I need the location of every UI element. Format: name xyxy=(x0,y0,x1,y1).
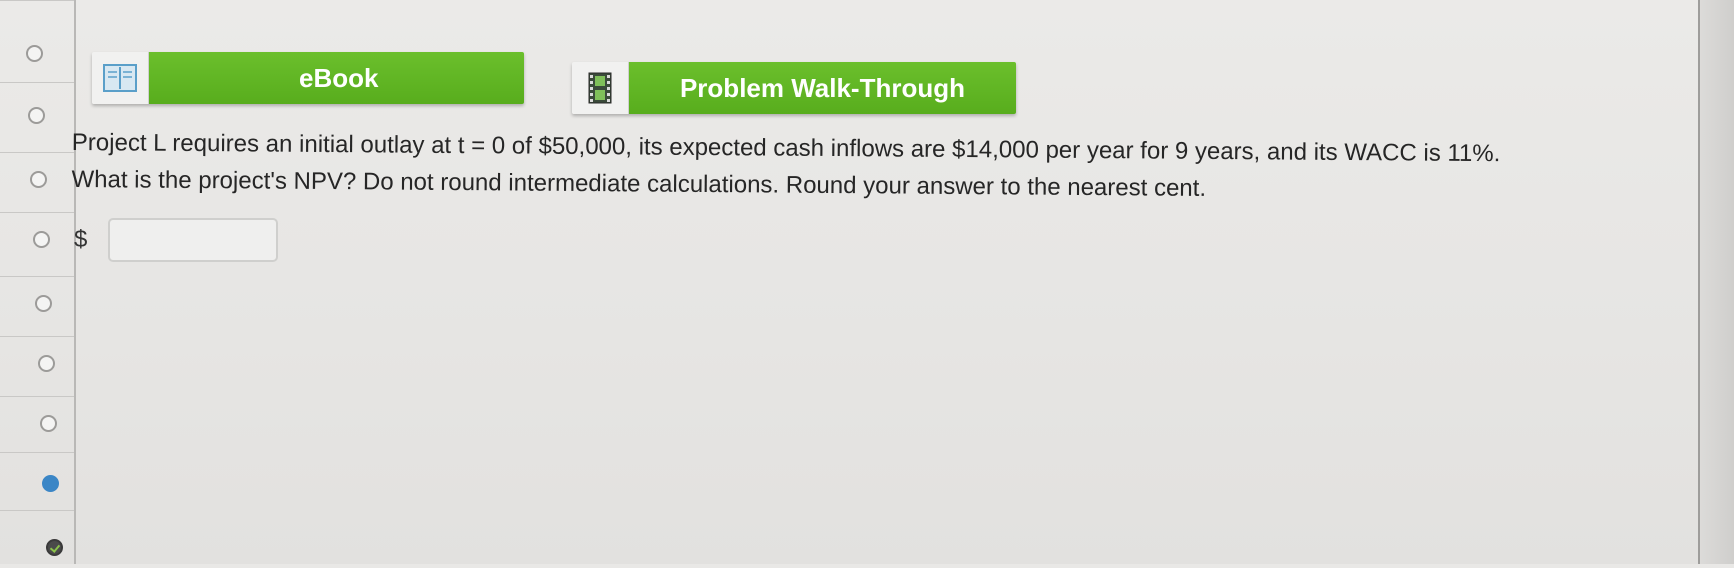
current-question-indicator-icon xyxy=(42,475,59,492)
walkthrough-label: Problem Walk-Through xyxy=(629,62,1016,114)
unanswered-indicator-icon xyxy=(40,415,57,432)
nav-item[interactable] xyxy=(0,152,74,210)
unanswered-indicator-icon xyxy=(35,295,52,312)
nav-item[interactable] xyxy=(0,396,74,454)
answer-row: $ xyxy=(72,218,278,262)
unanswered-indicator-icon xyxy=(30,171,47,188)
nav-item[interactable] xyxy=(0,510,74,568)
npv-answer-input[interactable] xyxy=(108,218,278,262)
unanswered-indicator-icon xyxy=(26,45,43,62)
problem-walkthrough-button[interactable]: Problem Walk-Through xyxy=(572,62,1016,114)
film-icon xyxy=(588,72,612,104)
question-text: Project L requires an initial outlay at … xyxy=(71,124,1692,211)
currency-symbol: $ xyxy=(74,226,88,253)
walkthrough-icon-box xyxy=(572,62,629,114)
nav-item[interactable] xyxy=(0,212,74,270)
question-nav-rail xyxy=(0,0,76,564)
nav-item[interactable] xyxy=(0,276,74,334)
book-icon xyxy=(103,64,137,92)
nav-item[interactable] xyxy=(0,452,74,510)
unanswered-indicator-icon xyxy=(28,107,45,124)
page: eBook Problem Walk-Through Project L req… xyxy=(0,0,1734,564)
ebook-button[interactable]: eBook xyxy=(92,52,524,104)
unanswered-indicator-icon xyxy=(33,231,50,248)
completed-check-icon xyxy=(46,539,63,556)
nav-item[interactable] xyxy=(0,336,74,394)
ebook-icon-box xyxy=(92,52,149,104)
ebook-label: eBook xyxy=(149,52,524,104)
nav-item[interactable] xyxy=(0,82,74,140)
window-edge xyxy=(1698,0,1734,564)
nav-item[interactable] xyxy=(0,0,74,62)
unanswered-indicator-icon xyxy=(38,355,55,372)
